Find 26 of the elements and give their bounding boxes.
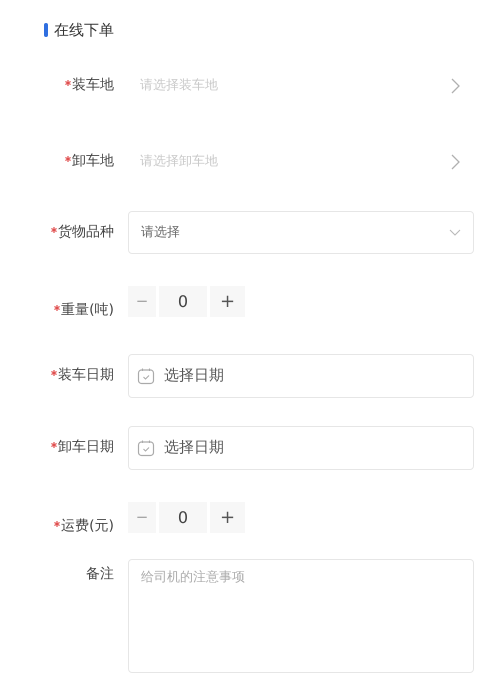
calendar-icon <box>137 366 155 384</box>
quantity-field[interactable]: 0 <box>159 286 207 317</box>
notes-field[interactable]: 给司机的注意事项 <box>128 558 474 672</box>
quantity-field[interactable]: 0 <box>159 502 207 533</box>
calendar-icon <box>137 438 155 456</box>
field-label: 装车日期 <box>58 366 114 385</box>
chevron-right-icon[interactable] <box>451 78 460 94</box>
title-marker <box>44 23 48 38</box>
field-label: 货物品种 <box>58 223 114 242</box>
plus-button[interactable]: + <box>210 286 245 317</box>
plus-button[interactable]: + <box>210 502 245 533</box>
field-label: 重量(吨) <box>61 301 114 320</box>
field-label: 卸车日期 <box>58 438 114 457</box>
field-label: 装车地 <box>72 76 114 95</box>
field-label: 卸车地 <box>72 152 114 171</box>
date-field[interactable]: 选择日期 <box>128 426 474 470</box>
chevron-right-icon[interactable] <box>451 154 460 170</box>
select-field[interactable]: 请选择 <box>128 211 474 254</box>
date-field[interactable]: 选择日期 <box>128 354 474 398</box>
section-title: 在线下单 <box>54 20 114 41</box>
field-label: 备注 <box>86 564 114 584</box>
field-label: 运费(元) <box>61 517 114 536</box>
date-placeholder: 选择日期 <box>164 437 224 458</box>
select-placeholder: 请选择 <box>141 224 180 242</box>
date-placeholder: 选择日期 <box>164 365 224 386</box>
chevron-down-icon <box>449 229 461 236</box>
